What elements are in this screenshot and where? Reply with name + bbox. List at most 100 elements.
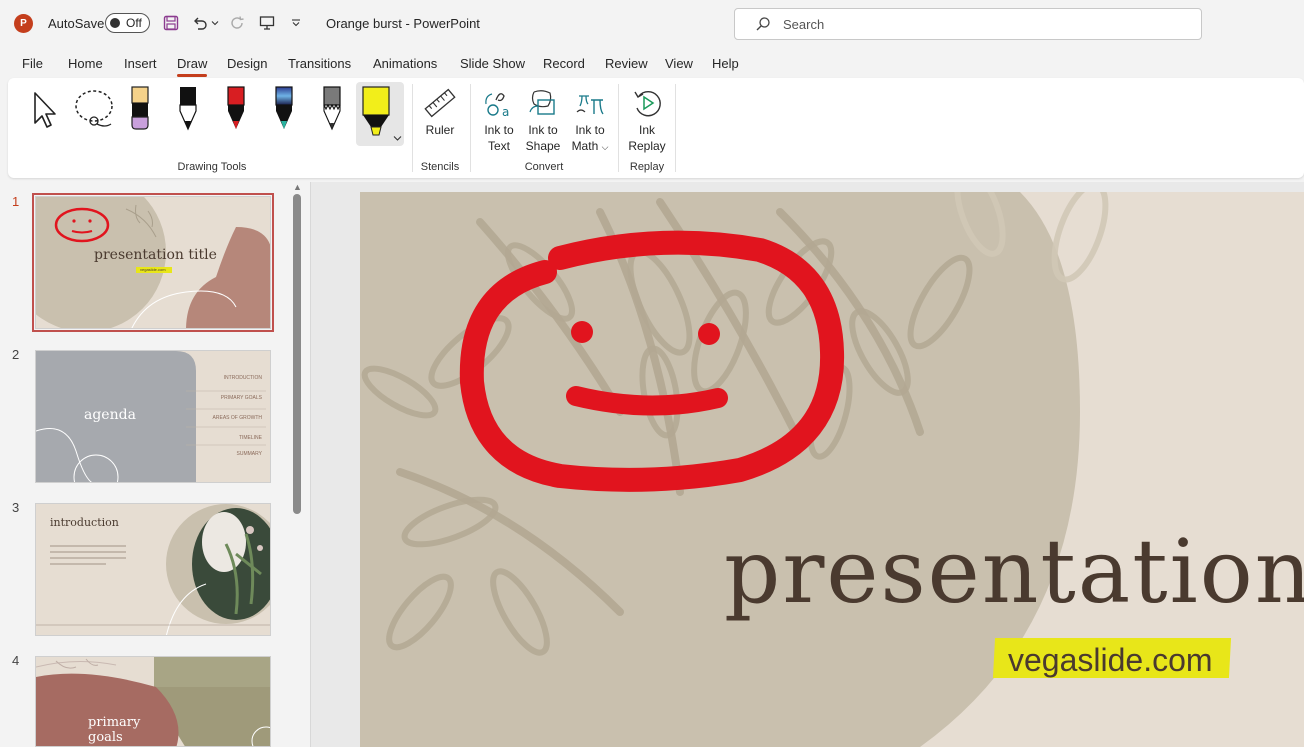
- chevron-down-icon: [393, 135, 401, 141]
- tab-help[interactable]: Help: [712, 56, 739, 71]
- ruler-label: Ruler: [425, 123, 455, 137]
- customize-toolbar-icon[interactable]: [286, 13, 306, 33]
- ruler-icon: [424, 88, 456, 118]
- pencil-icon: [323, 86, 341, 131]
- tab-view[interactable]: View: [665, 56, 693, 71]
- ink-to-shape-label-2: Shape: [525, 139, 561, 153]
- group-separator: [412, 84, 413, 172]
- scrollbar-thumb[interactable]: [293, 194, 301, 514]
- ribbon-tabs: File Home Insert Draw Design Transitions…: [0, 46, 1304, 78]
- ruler-button[interactable]: Ruler: [420, 84, 460, 138]
- slide-4-title-line-2: goals: [88, 730, 123, 745]
- search-box[interactable]: Search: [734, 8, 1202, 40]
- tab-review[interactable]: Review: [605, 56, 648, 71]
- tab-draw[interactable]: Draw: [177, 56, 208, 77]
- slide-2-item: INTRODUCTION: [223, 375, 262, 381]
- highlighter-button[interactable]: [360, 84, 392, 138]
- ribbon: Drawing Tools Ruler Stencils a Ink to Te…: [8, 78, 1304, 178]
- undo-dropdown-icon[interactable]: [208, 13, 222, 33]
- slide-number-2: 2: [12, 347, 20, 362]
- thumbnail-scrollbar[interactable]: ▲: [292, 182, 302, 747]
- slide-title[interactable]: presentation: [724, 520, 1304, 623]
- autosave-label: AutoSave: [48, 16, 105, 31]
- tab-animations[interactable]: Animations: [373, 56, 437, 71]
- ink-to-text-button[interactable]: a Ink to Text: [478, 84, 520, 154]
- ink-to-math-label-2: Math: [571, 139, 599, 153]
- document-title: Orange burst - PowerPoint: [326, 16, 480, 31]
- group-label-convert: Convert: [524, 161, 564, 173]
- autosave-toggle[interactable]: Off: [105, 13, 150, 33]
- red-pen-button[interactable]: [220, 84, 252, 134]
- search-icon: [755, 16, 771, 35]
- slide-1-preview: [36, 197, 270, 328]
- slide-2-title: agenda: [84, 407, 136, 423]
- group-label-stencils: Stencils: [420, 161, 460, 173]
- lasso-icon: [75, 90, 113, 127]
- undo-icon[interactable]: [190, 13, 210, 33]
- slide-number-4: 4: [12, 653, 20, 668]
- galaxy-pen-icon: [275, 86, 293, 129]
- black-pen-icon: [179, 87, 197, 131]
- ink-replay-icon: [634, 91, 661, 117]
- tab-record[interactable]: Record: [543, 56, 585, 71]
- tab-home[interactable]: Home: [68, 56, 103, 71]
- pen-options-dropdown[interactable]: [391, 132, 403, 144]
- ink-to-text-label-1: Ink to: [484, 123, 514, 137]
- highlighter-icon: [362, 86, 390, 136]
- ink-to-text-icon: a: [485, 93, 509, 119]
- slide-4-title-line-1: primary: [88, 715, 141, 730]
- scroll-up-icon[interactable]: ▲: [293, 182, 302, 192]
- tab-file[interactable]: File: [22, 56, 43, 71]
- slide-2-item: SUMMARY: [236, 451, 262, 457]
- arrow-cursor-icon: [34, 92, 56, 128]
- title-bar: P AutoSave Off Orange burst - PowerPoint…: [0, 0, 1304, 46]
- slide-thumbnail-1[interactable]: presentation title vegaslide.com: [32, 193, 274, 332]
- red-pen-icon: [227, 86, 245, 129]
- ink-replay-button[interactable]: Ink Replay: [624, 84, 670, 154]
- ink-to-math-button[interactable]: Ink to Math ⌵: [566, 84, 614, 155]
- tab-insert[interactable]: Insert: [124, 56, 157, 71]
- slide-1-subtitle: vegaslide.com: [140, 267, 166, 272]
- ink-to-text-label-2: Text: [487, 139, 510, 153]
- tab-slide-show[interactable]: Slide Show: [460, 56, 525, 71]
- ink-replay-label-1: Ink: [638, 123, 655, 137]
- slide-thumbnail-4[interactable]: primary goals: [35, 656, 271, 747]
- eraser-icon: [131, 86, 149, 130]
- slide-number-1: 1: [12, 194, 20, 209]
- pencil-button[interactable]: [316, 84, 348, 134]
- slide-thumbnail-3[interactable]: introduction: [35, 503, 271, 636]
- galaxy-pen-button[interactable]: [268, 84, 300, 134]
- slide-2-item: TIMELINE: [238, 435, 262, 441]
- group-label-drawing-tools: Drawing Tools: [177, 161, 247, 173]
- search-input[interactable]: Search: [783, 17, 824, 32]
- ink-to-math-icon: [576, 95, 604, 115]
- chevron-down-icon: ⌵: [601, 142, 609, 152]
- black-pen-button[interactable]: [172, 84, 204, 134]
- group-label-replay: Replay: [629, 161, 665, 173]
- group-separator: [618, 84, 619, 172]
- redo-icon[interactable]: [228, 13, 248, 33]
- current-slide[interactable]: presentation vegaslide.com: [360, 192, 1304, 747]
- svg-text:a: a: [502, 105, 509, 119]
- slide-subtitle[interactable]: vegaslide.com: [1008, 642, 1213, 679]
- ink-to-shape-button[interactable]: Ink to Shape: [522, 84, 564, 154]
- autosave-state: Off: [126, 16, 142, 30]
- select-tool-button[interactable]: [24, 88, 64, 132]
- eraser-button[interactable]: [124, 84, 156, 132]
- save-icon[interactable]: [161, 13, 181, 33]
- slide-2-item: AREAS OF GROWTH: [212, 415, 262, 421]
- present-icon[interactable]: [257, 13, 277, 33]
- slide-4-preview: [36, 657, 270, 746]
- tab-design[interactable]: Design: [227, 56, 267, 71]
- slide-1-title: presentation title: [94, 247, 217, 263]
- slide-3-title: introduction: [50, 516, 119, 529]
- ink-to-shape-label-1: Ink to: [528, 123, 558, 137]
- ink-to-shape-icon: [529, 90, 555, 115]
- ink-replay-label-2: Replay: [628, 139, 666, 153]
- slide-thumbnail-2[interactable]: agenda INTRODUCTION PRIMARY GOALS AREAS …: [35, 350, 271, 483]
- tab-transitions[interactable]: Transitions: [288, 56, 351, 71]
- lasso-select-button[interactable]: [70, 88, 118, 132]
- group-separator: [675, 84, 676, 172]
- group-separator: [470, 84, 471, 172]
- powerpoint-logo-icon: P: [14, 14, 33, 33]
